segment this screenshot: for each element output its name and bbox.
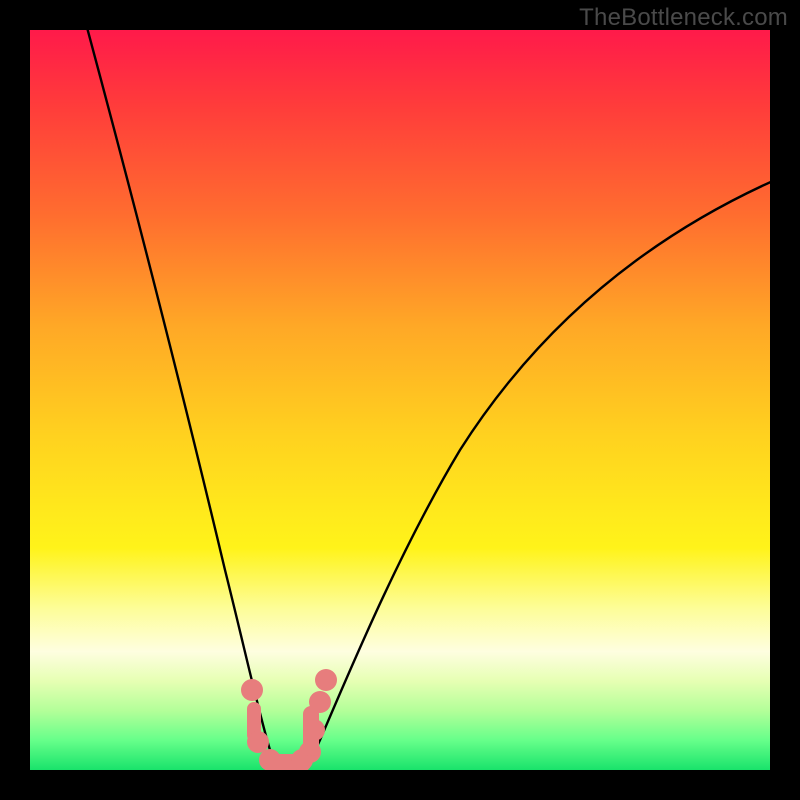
optimal-zone-markers (241, 669, 337, 770)
watermark: TheBottleneck.com (579, 4, 788, 32)
bottleneck-curve (85, 30, 770, 768)
chart-frame: TheBottleneck.com (0, 0, 800, 800)
plot-area (30, 30, 770, 770)
curve-layer (30, 30, 770, 770)
